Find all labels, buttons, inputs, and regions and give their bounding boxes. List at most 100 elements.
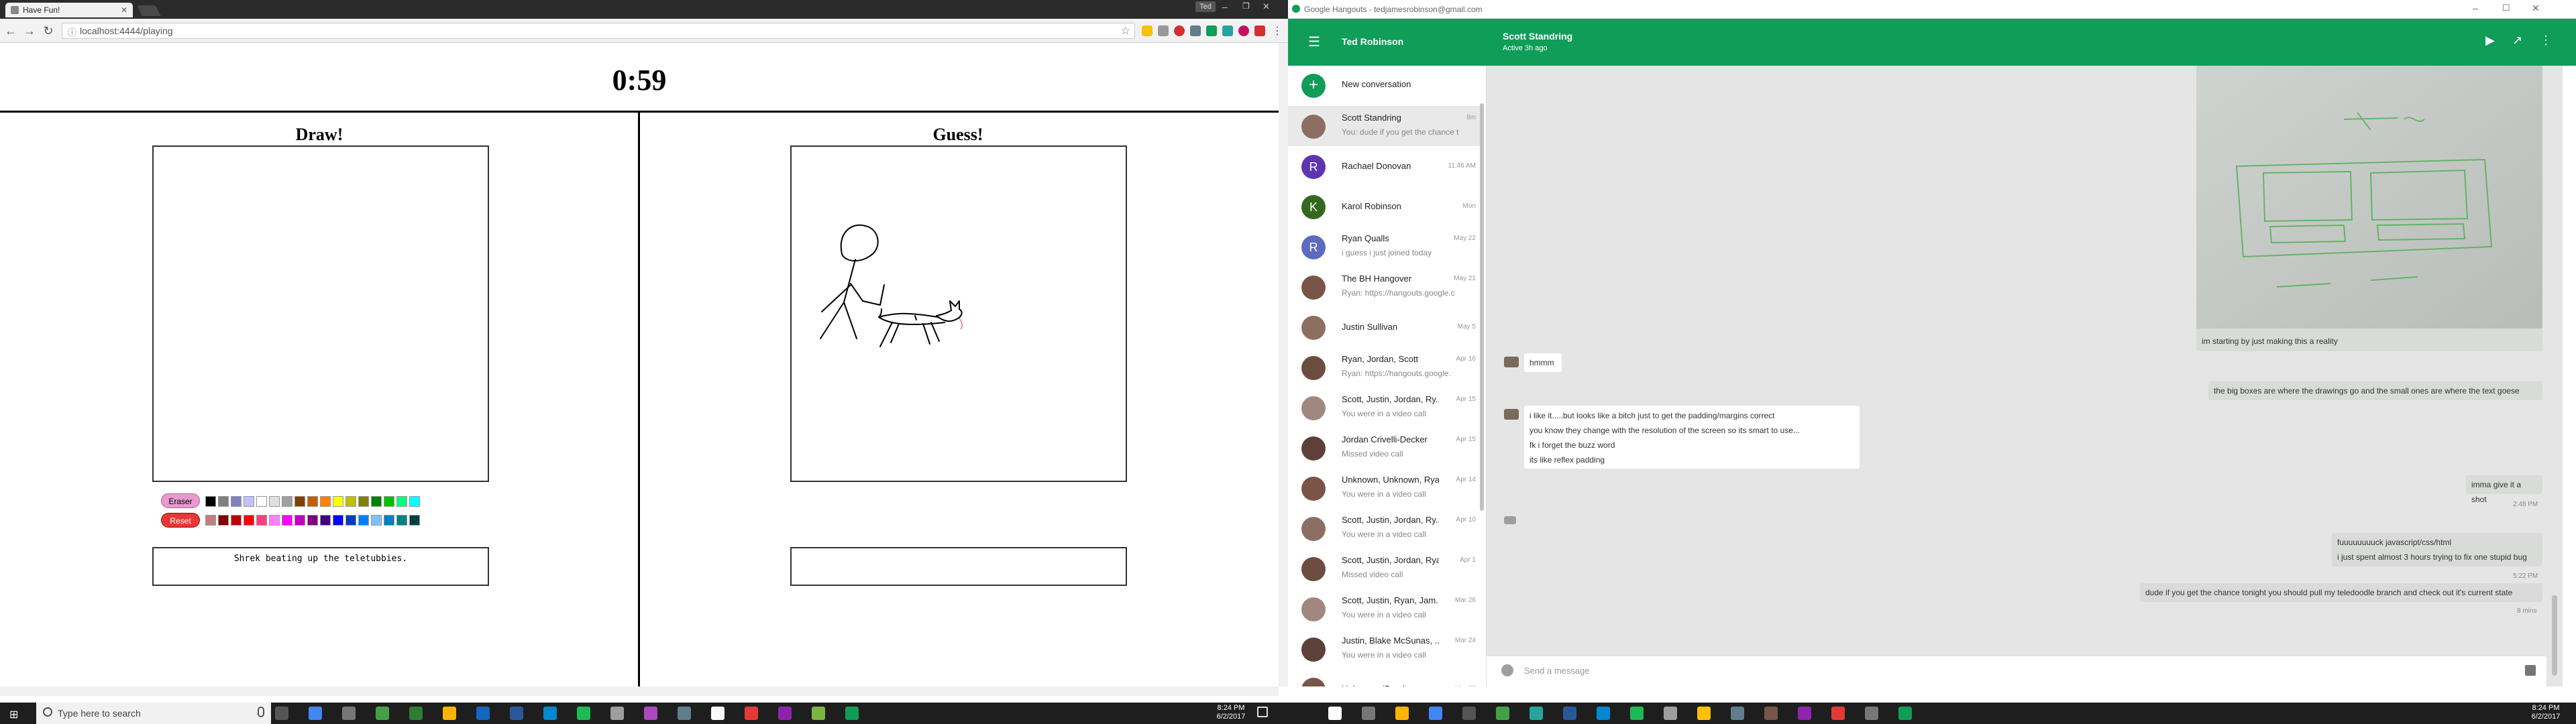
conversation-item[interactable]: Justin, Blake McSunas, ... You were in a … xyxy=(1288,629,1483,669)
address-bar[interactable]: ⓘ localhost:4444/playing ☆ xyxy=(62,23,1135,39)
taskbar-app-icon[interactable] xyxy=(778,707,792,720)
color-swatch[interactable] xyxy=(396,515,407,526)
taskbar-app-icon[interactable] xyxy=(443,707,456,720)
color-swatch[interactable] xyxy=(269,496,280,507)
windows-start-icon[interactable]: ⊞ xyxy=(9,708,18,721)
taskbar-search[interactable]: Type here to search xyxy=(36,703,271,724)
back-arrow-icon[interactable]: ← xyxy=(4,24,17,38)
taskbar-app-icon[interactable] xyxy=(1328,707,1342,720)
bookmark-star-icon[interactable]: ☆ xyxy=(1121,24,1130,38)
close-window-icon[interactable]: ✕ xyxy=(2532,3,2540,14)
maximize-icon[interactable]: ❐ xyxy=(1242,1,1250,11)
color-swatch[interactable] xyxy=(218,515,229,526)
taskbar-app-icon[interactable] xyxy=(678,707,691,720)
color-swatch[interactable] xyxy=(371,515,382,526)
conversation-item[interactable]: Jordan Crivelli-Decker Missed video call A… xyxy=(1288,428,1483,468)
taskbar-app-icon[interactable] xyxy=(309,707,322,720)
taskbar-app-icon[interactable] xyxy=(1798,707,1811,720)
profile-badge[interactable]: Ted xyxy=(1195,1,1216,12)
maximize-icon[interactable]: ☐ xyxy=(2502,3,2510,13)
taskbar-app-icon[interactable] xyxy=(1898,707,1912,720)
taskbar-app-icon[interactable] xyxy=(1630,707,1644,720)
color-swatch[interactable] xyxy=(244,515,254,526)
conversation-item[interactable]: Ryan, Jordan, Scott Ryan: https://hangout… xyxy=(1288,347,1483,387)
color-swatch[interactable] xyxy=(294,496,305,507)
scrollbar-thumb[interactable] xyxy=(2552,595,2557,676)
menu-kebab-icon[interactable]: ⋮ xyxy=(1272,24,1283,38)
attach-image-icon[interactable] xyxy=(2525,665,2536,676)
color-swatch[interactable] xyxy=(371,496,382,507)
taskbar-app-icon[interactable] xyxy=(1664,707,1677,720)
conversation-item[interactable]: K Karol Robinson Mon xyxy=(1288,186,1483,227)
minimize-icon[interactable]: – xyxy=(1222,1,1228,12)
eraser-button[interactable]: Eraser xyxy=(161,493,200,508)
conversation-item[interactable]: Unknown, Unknown, Rya... You were in a vi… xyxy=(1288,468,1483,508)
color-swatch[interactable] xyxy=(320,496,331,507)
taskbar-app-icon[interactable] xyxy=(644,707,657,720)
taskbar-app-icon[interactable] xyxy=(1764,707,1778,720)
more-options-icon[interactable]: ⋮ xyxy=(2540,34,2552,48)
taskbar-app-icon[interactable] xyxy=(376,707,389,720)
color-swatch[interactable] xyxy=(358,515,369,526)
scrollbar-vertical[interactable] xyxy=(1279,43,1288,686)
hamburger-menu-icon[interactable]: ☰ xyxy=(1308,34,1320,50)
message-input[interactable]: Send a message xyxy=(1524,666,1590,676)
color-swatch[interactable] xyxy=(256,515,267,526)
taskbar-app-icon[interactable] xyxy=(1462,707,1476,720)
new-tab-button[interactable] xyxy=(137,5,161,16)
color-swatch[interactable] xyxy=(282,515,292,526)
extension-icon[interactable] xyxy=(1254,25,1265,36)
taskbar-app-icon[interactable] xyxy=(510,707,523,720)
taskbar-app-icon[interactable] xyxy=(1697,707,1711,720)
conversation-item[interactable]: Unknown, iBroskyMar 22 xyxy=(1288,669,1483,686)
minimize-icon[interactable]: – xyxy=(2473,3,2478,13)
notifications-icon[interactable] xyxy=(1257,707,1268,717)
color-swatch[interactable] xyxy=(294,515,305,526)
taskbar-app-icon[interactable] xyxy=(1395,707,1409,720)
reset-button[interactable]: Reset xyxy=(161,513,200,528)
browser-tab-active[interactable]: Have Fun! ✕ xyxy=(5,3,133,17)
color-swatch[interactable] xyxy=(345,515,356,526)
color-swatch[interactable] xyxy=(282,496,292,507)
taskbar-app-icon[interactable] xyxy=(1865,707,1878,720)
taskbar-app-icon[interactable] xyxy=(342,707,356,720)
taskbar-app-icon[interactable] xyxy=(1529,707,1543,720)
conversation-item[interactable]: Justin Sullivan May 5 xyxy=(1288,307,1483,347)
taskbar-app-icon[interactable] xyxy=(1563,707,1576,720)
color-swatch[interactable] xyxy=(396,496,407,507)
color-swatch[interactable] xyxy=(333,496,343,507)
close-window-icon[interactable]: ✕ xyxy=(1263,1,1270,12)
new-conversation-button[interactable]: + New conversation xyxy=(1288,66,1486,106)
scrollbar-horizontal[interactable] xyxy=(0,686,1279,696)
taskbar-app-icon[interactable] xyxy=(1731,707,1744,720)
taskbar-app-icon[interactable] xyxy=(1362,707,1375,720)
taskbar-app-icon[interactable] xyxy=(610,707,624,720)
video-call-icon[interactable]: ▶ xyxy=(2485,34,2495,48)
extension-icon[interactable] xyxy=(1158,25,1169,36)
color-swatch[interactable] xyxy=(269,515,280,526)
conversation-item[interactable]: The BH Hangover Ryan: https://hangouts.go… xyxy=(1288,267,1483,307)
color-swatch[interactable] xyxy=(333,515,343,526)
color-swatch[interactable] xyxy=(205,496,216,507)
conversation-item[interactable]: Scott, Justin, Ryan, Jam... You were in a… xyxy=(1288,589,1483,629)
taskbar-app-icon[interactable] xyxy=(1496,707,1509,720)
microphone-icon[interactable] xyxy=(258,707,264,717)
taskbar-app-icon[interactable] xyxy=(711,707,724,720)
taskbar-app-icon[interactable] xyxy=(1831,707,1845,720)
color-swatch[interactable] xyxy=(231,496,241,507)
color-swatch[interactable] xyxy=(244,496,254,507)
popout-icon[interactable]: ↗ xyxy=(2512,34,2522,48)
color-swatch[interactable] xyxy=(218,496,229,507)
extension-icon[interactable] xyxy=(1238,25,1249,36)
conversation-item[interactable]: Scott, Justin, Jordan, Ry... You were in … xyxy=(1288,508,1483,548)
taskbar-app-icon[interactable] xyxy=(409,707,423,720)
extension-icon[interactable] xyxy=(1222,25,1233,36)
extension-icon[interactable] xyxy=(1206,25,1217,36)
forward-arrow-icon[interactable]: → xyxy=(23,24,36,38)
color-swatch[interactable] xyxy=(205,515,216,526)
taskbar-app-icon[interactable] xyxy=(745,707,758,720)
scrollbar-thumb[interactable] xyxy=(1480,103,1484,511)
color-swatch[interactable] xyxy=(358,496,369,507)
extension-icon[interactable] xyxy=(1174,25,1185,36)
color-swatch[interactable] xyxy=(307,496,318,507)
